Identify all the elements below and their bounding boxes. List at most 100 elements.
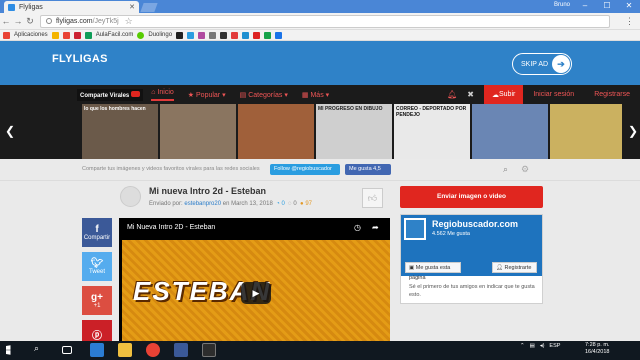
video-title[interactable]: Mi Nueva Intro 2D - Esteban	[127, 224, 215, 231]
nav-mas[interactable]: ▦ Más ▾	[302, 91, 329, 99]
facebook-register-button[interactable]: 👤︎ Registrarte	[492, 262, 537, 273]
avatar[interactable]	[120, 186, 141, 207]
play-button[interactable]: ▶	[241, 282, 271, 304]
url-path: /JeyTk5j	[92, 17, 119, 25]
duolingo-icon[interactable]	[137, 31, 145, 39]
bookmark-icon[interactable]	[73, 31, 81, 39]
likes-value: 0	[293, 201, 297, 207]
app-icon[interactable]	[174, 343, 188, 357]
bookmark-icon[interactable]	[264, 31, 272, 39]
share-twitter-label: Tweet	[88, 269, 105, 275]
share-twitter-button[interactable]: 🐦︎ Tweet	[82, 252, 112, 281]
send-media-button[interactable]: Enviar imagen o video	[400, 186, 543, 208]
apps-icon[interactable]	[3, 31, 10, 39]
pinterest-icon: ⓟ	[92, 331, 102, 342]
bookmark-icon[interactable]	[51, 31, 59, 39]
watch-later-icon[interactable]: ◷	[354, 223, 361, 232]
carousel-next-icon[interactable]: ❯	[628, 124, 638, 138]
nav-categorias[interactable]: ▤ Categorías ▾	[240, 91, 288, 99]
bookmark-star-icon[interactable]: ☆	[125, 16, 133, 27]
taskbar-clock[interactable]: 7:28 p. m. 16/4/2018	[585, 342, 609, 356]
task-view-icon[interactable]	[62, 346, 72, 354]
share-icon[interactable]: ➦	[372, 223, 379, 232]
twitter-follow-button[interactable]: Follow @regiobuscador	[270, 164, 340, 175]
bookmark-icon[interactable]	[275, 31, 283, 39]
facebook-page-avatar[interactable]	[404, 218, 426, 240]
bookmark-icon[interactable]	[253, 31, 261, 39]
bookmark-duolingo[interactable]: Duolingo	[148, 32, 172, 38]
share-facebook-button[interactable]: f Compartir	[82, 218, 112, 247]
thumbs-up-icon[interactable]: 👍︎	[362, 188, 383, 208]
chrome-icon[interactable]	[146, 343, 160, 357]
close-window-icon[interactable]: ✕	[618, 0, 640, 13]
bookmark-icon[interactable]	[198, 31, 206, 39]
browser-tab[interactable]: Flyligas ✕	[4, 1, 139, 13]
profile-name[interactable]: Bruno	[554, 2, 570, 8]
twitter-icon: 🐦︎	[90, 258, 104, 269]
post-title[interactable]: Mi nueva Intro 2d - Esteban	[149, 186, 266, 196]
bookmark-icon[interactable]	[62, 31, 70, 39]
shuffle-icon[interactable]: ✖	[467, 90, 474, 99]
carousel-item[interactable]	[472, 104, 548, 159]
carousel-item[interactable]	[550, 104, 622, 159]
upload-button[interactable]: ☁ Subir	[484, 85, 524, 104]
search-icon[interactable]: ⌕	[503, 164, 508, 175]
bookmark-icon[interactable]	[187, 31, 195, 39]
tab-title: Flyligas	[19, 3, 43, 11]
featured-carousel: lo que los hombres hacen MI PROGRESO EN …	[82, 104, 550, 159]
gplus-icon: g+	[91, 292, 103, 303]
carousel-prev-icon[interactable]: ❮	[5, 124, 15, 138]
close-tab-icon[interactable]: ✕	[129, 3, 135, 11]
facebook-page-name[interactable]: Regiobuscador.com	[432, 219, 518, 229]
reload-icon[interactable]: ↻	[24, 16, 36, 27]
app-icon[interactable]	[202, 343, 216, 357]
carousel-item[interactable]	[238, 104, 314, 159]
upload-label: Subir	[499, 91, 516, 98]
likes-count: ◌ 0	[288, 201, 297, 207]
author-link[interactable]: estebanpro20	[184, 201, 221, 207]
comments-count: ◔ 0	[276, 201, 285, 207]
forward-icon[interactable]: →	[12, 16, 24, 26]
address-input[interactable]: flyligas.com/JeyTk5j ☆	[40, 14, 610, 28]
back-icon[interactable]: ←	[0, 16, 12, 26]
nav-mas-label: Más	[310, 91, 324, 99]
nav-popular[interactable]: ★ Popular ▾	[188, 91, 226, 99]
chrome-menu-icon[interactable]: ⋮	[625, 16, 634, 27]
aulafacil-icon[interactable]	[84, 31, 92, 39]
gear-icon[interactable]: ⚙	[521, 164, 529, 175]
nav-inicio[interactable]: ⌂ Inicio	[151, 89, 174, 101]
site-logo[interactable]: FLYLIGAS	[52, 53, 108, 65]
bell-icon[interactable]: 🔔︎	[447, 90, 457, 99]
facebook-page-like-button[interactable]: ▣ Me gusta esta página	[405, 262, 461, 281]
nav-popular-label: Popular	[196, 91, 221, 99]
login-link[interactable]: Iniciar sesión	[533, 91, 574, 98]
carousel-item[interactable]	[160, 104, 236, 159]
bookmark-aulafacil[interactable]: AulaFacil.com	[96, 32, 134, 38]
chevron-up-icon[interactable]: ⌃	[520, 343, 525, 349]
volume-icon[interactable]: ◂)	[540, 343, 545, 349]
carousel-caption: CORREO - DEPORTADO POR PENDEJO	[396, 106, 467, 118]
info-icon[interactable]	[46, 18, 52, 24]
folder-icon[interactable]	[118, 343, 132, 357]
minimize-icon[interactable]: –	[574, 0, 596, 13]
bookmark-icon[interactable]	[220, 31, 228, 39]
bookmark-icon[interactable]	[242, 31, 250, 39]
skip-ad-button[interactable]: SKIP AD ➔	[512, 53, 572, 75]
search-icon[interactable]: ⌕	[34, 343, 48, 357]
carousel-item[interactable]: MI PROGRESO EN DIBUJO	[316, 104, 392, 159]
bookmark-icon[interactable]	[209, 31, 217, 39]
bookmark-icon[interactable]	[176, 31, 184, 39]
edge-icon[interactable]	[90, 343, 104, 357]
carousel-item[interactable]: CORREO - DEPORTADO POR PENDEJO	[394, 104, 470, 159]
share-gplus-button[interactable]: g+ +1	[82, 286, 112, 315]
register-link[interactable]: Registrarse	[594, 91, 630, 98]
bookmark-icon[interactable]	[231, 31, 239, 39]
language-indicator[interactable]: ESP	[549, 343, 560, 349]
facebook-like-button[interactable]: Me gusta 4,5	[345, 164, 391, 175]
carousel-item[interactable]: lo que los hombres hacen	[82, 104, 158, 159]
network-icon[interactable]: ▤	[530, 343, 535, 349]
brand-logo[interactable]: Comparte Virales	[77, 88, 144, 101]
facebook-page-likes: 4.562 Me gusta	[432, 231, 470, 237]
maximize-icon[interactable]: ☐	[596, 0, 618, 13]
bookmark-apps[interactable]: Aplicaciones	[14, 32, 48, 38]
